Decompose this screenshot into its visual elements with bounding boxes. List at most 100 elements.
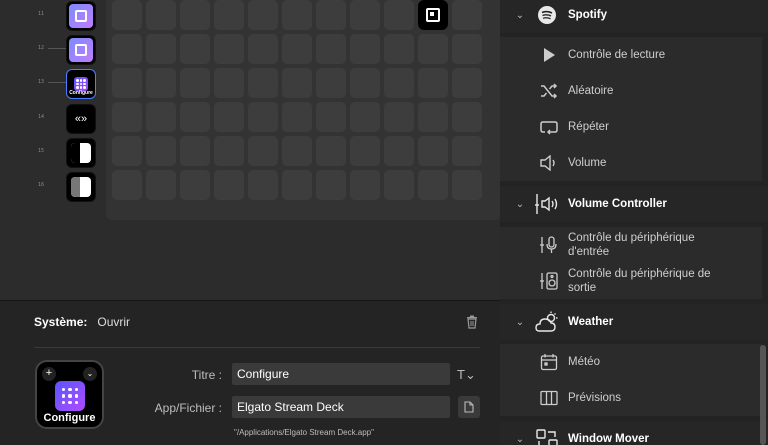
empty-key-slot[interactable] (418, 102, 448, 132)
empty-key-slot[interactable] (248, 34, 278, 64)
empty-key-slot[interactable] (180, 136, 210, 166)
empty-key-slot[interactable] (214, 102, 244, 132)
action-shuffle[interactable]: Aléatoire (500, 73, 762, 109)
empty-key-slot[interactable] (282, 68, 312, 98)
action-playback-control[interactable]: Contrôle de lecture (500, 37, 762, 73)
empty-key-slot[interactable] (282, 170, 312, 200)
empty-key-slot[interactable] (384, 68, 414, 98)
empty-key-slot[interactable] (112, 102, 142, 132)
empty-key-slot[interactable] (384, 136, 414, 166)
empty-key-slot[interactable] (112, 0, 142, 30)
empty-key-slot[interactable] (282, 136, 312, 166)
key-caption: Configure (69, 90, 93, 96)
key-preview[interactable]: + ⌄ Configure (35, 360, 104, 429)
empty-key-slot[interactable] (112, 68, 142, 98)
empty-key-slot[interactable] (180, 0, 210, 30)
empty-key-slot[interactable] (248, 102, 278, 132)
empty-key-slot[interactable] (384, 34, 414, 64)
empty-key-slot[interactable] (180, 102, 210, 132)
category-weather[interactable]: ⌄ Weather (500, 304, 768, 340)
empty-key-slot[interactable] (316, 34, 346, 64)
category-volume-controller[interactable]: ⌄ Volume Controller (500, 186, 768, 222)
empty-key-slot[interactable] (112, 34, 142, 64)
empty-key-slot[interactable] (282, 34, 312, 64)
plugin-key[interactable] (418, 0, 448, 30)
sidebar-scrollbar[interactable] (760, 345, 766, 445)
toggle-key[interactable] (66, 138, 96, 168)
empty-key-slot[interactable] (452, 68, 482, 98)
empty-key-slot[interactable] (146, 102, 176, 132)
chevron-down-icon[interactable]: ⌄ (83, 367, 97, 381)
empty-key-slot[interactable] (316, 102, 346, 132)
empty-key-slot[interactable] (452, 102, 482, 132)
title-input[interactable] (232, 363, 450, 385)
action-volume[interactable]: Volume (500, 145, 762, 181)
empty-key-slot[interactable] (282, 102, 312, 132)
empty-key-slot[interactable] (248, 170, 278, 200)
empty-key-slot[interactable] (316, 0, 346, 30)
configure-key[interactable]: Configure (66, 69, 96, 99)
action-repeat[interactable]: Répéter (500, 109, 762, 145)
category-spotify[interactable]: ⌄ Spotify (500, 0, 768, 33)
action-weather[interactable]: Météo (500, 344, 762, 380)
empty-key-slot[interactable] (316, 136, 346, 166)
empty-key-slot[interactable] (214, 68, 244, 98)
title-label: Titre : (191, 368, 222, 382)
empty-key-slot[interactable] (180, 34, 210, 64)
empty-key-slot[interactable] (384, 0, 414, 30)
category-window-mover[interactable]: ⌄ Window Mover (500, 421, 768, 445)
arrows-key[interactable]: «» (66, 104, 96, 134)
title-style-button[interactable]: T⌄ (457, 367, 476, 383)
empty-key-slot[interactable] (146, 170, 176, 200)
empty-key-slot[interactable] (214, 136, 244, 166)
empty-key-slot[interactable] (384, 170, 414, 200)
app-file-input[interactable] (232, 396, 450, 418)
empty-key-slot[interactable] (248, 68, 278, 98)
empty-key-slot[interactable] (418, 170, 448, 200)
empty-key-slot[interactable] (146, 0, 176, 30)
trash-icon[interactable] (466, 315, 478, 329)
empty-key-slot[interactable] (418, 68, 448, 98)
empty-key-slot[interactable] (214, 170, 244, 200)
empty-key-slot[interactable] (452, 170, 482, 200)
empty-key-slot[interactable] (452, 0, 482, 30)
empty-key-slot[interactable] (350, 68, 380, 98)
action-output-device-control[interactable]: Contrôle du périphérique de sortie (500, 263, 762, 299)
action-input-device-control[interactable]: Contrôle du périphérique d'entrée (500, 227, 762, 263)
empty-key-slot[interactable] (214, 0, 244, 30)
chevron-down-icon[interactable]: ⌄ (506, 317, 534, 328)
recorder-icon (69, 38, 93, 62)
empty-key-slot[interactable] (350, 170, 380, 200)
action-forecast[interactable]: Prévisions (500, 380, 762, 416)
chevron-down-icon[interactable]: ⌄ (506, 10, 534, 21)
empty-key-slot[interactable] (350, 0, 380, 30)
empty-key-slot[interactable] (350, 136, 380, 166)
empty-key-slot[interactable] (112, 170, 142, 200)
empty-key-slot[interactable] (418, 34, 448, 64)
empty-key-slot[interactable] (282, 0, 312, 30)
empty-key-slot[interactable] (214, 34, 244, 64)
empty-key-slot[interactable] (452, 34, 482, 64)
chevron-down-icon[interactable]: ⌄ (506, 199, 534, 210)
empty-key-slot[interactable] (316, 68, 346, 98)
empty-key-slot[interactable] (418, 136, 448, 166)
choose-file-button[interactable] (458, 396, 480, 418)
toggle-alt-key[interactable] (66, 172, 96, 202)
empty-key-slot[interactable] (350, 34, 380, 64)
empty-key-slot[interactable] (146, 68, 176, 98)
empty-key-slot[interactable] (180, 68, 210, 98)
empty-key-slot[interactable] (248, 136, 278, 166)
empty-key-slot[interactable] (248, 0, 278, 30)
plus-icon[interactable]: + (42, 367, 56, 381)
empty-key-slot[interactable] (316, 170, 346, 200)
empty-key-slot[interactable] (452, 136, 482, 166)
screenshot-key[interactable] (66, 1, 96, 31)
empty-key-slot[interactable] (146, 34, 176, 64)
empty-key-slot[interactable] (350, 102, 380, 132)
empty-key-slot[interactable] (180, 170, 210, 200)
empty-key-slot[interactable] (112, 136, 142, 166)
recorder-key[interactable] (66, 35, 96, 65)
empty-key-slot[interactable] (146, 136, 176, 166)
empty-key-slot[interactable] (384, 102, 414, 132)
chevron-down-icon[interactable]: ⌄ (506, 434, 534, 445)
